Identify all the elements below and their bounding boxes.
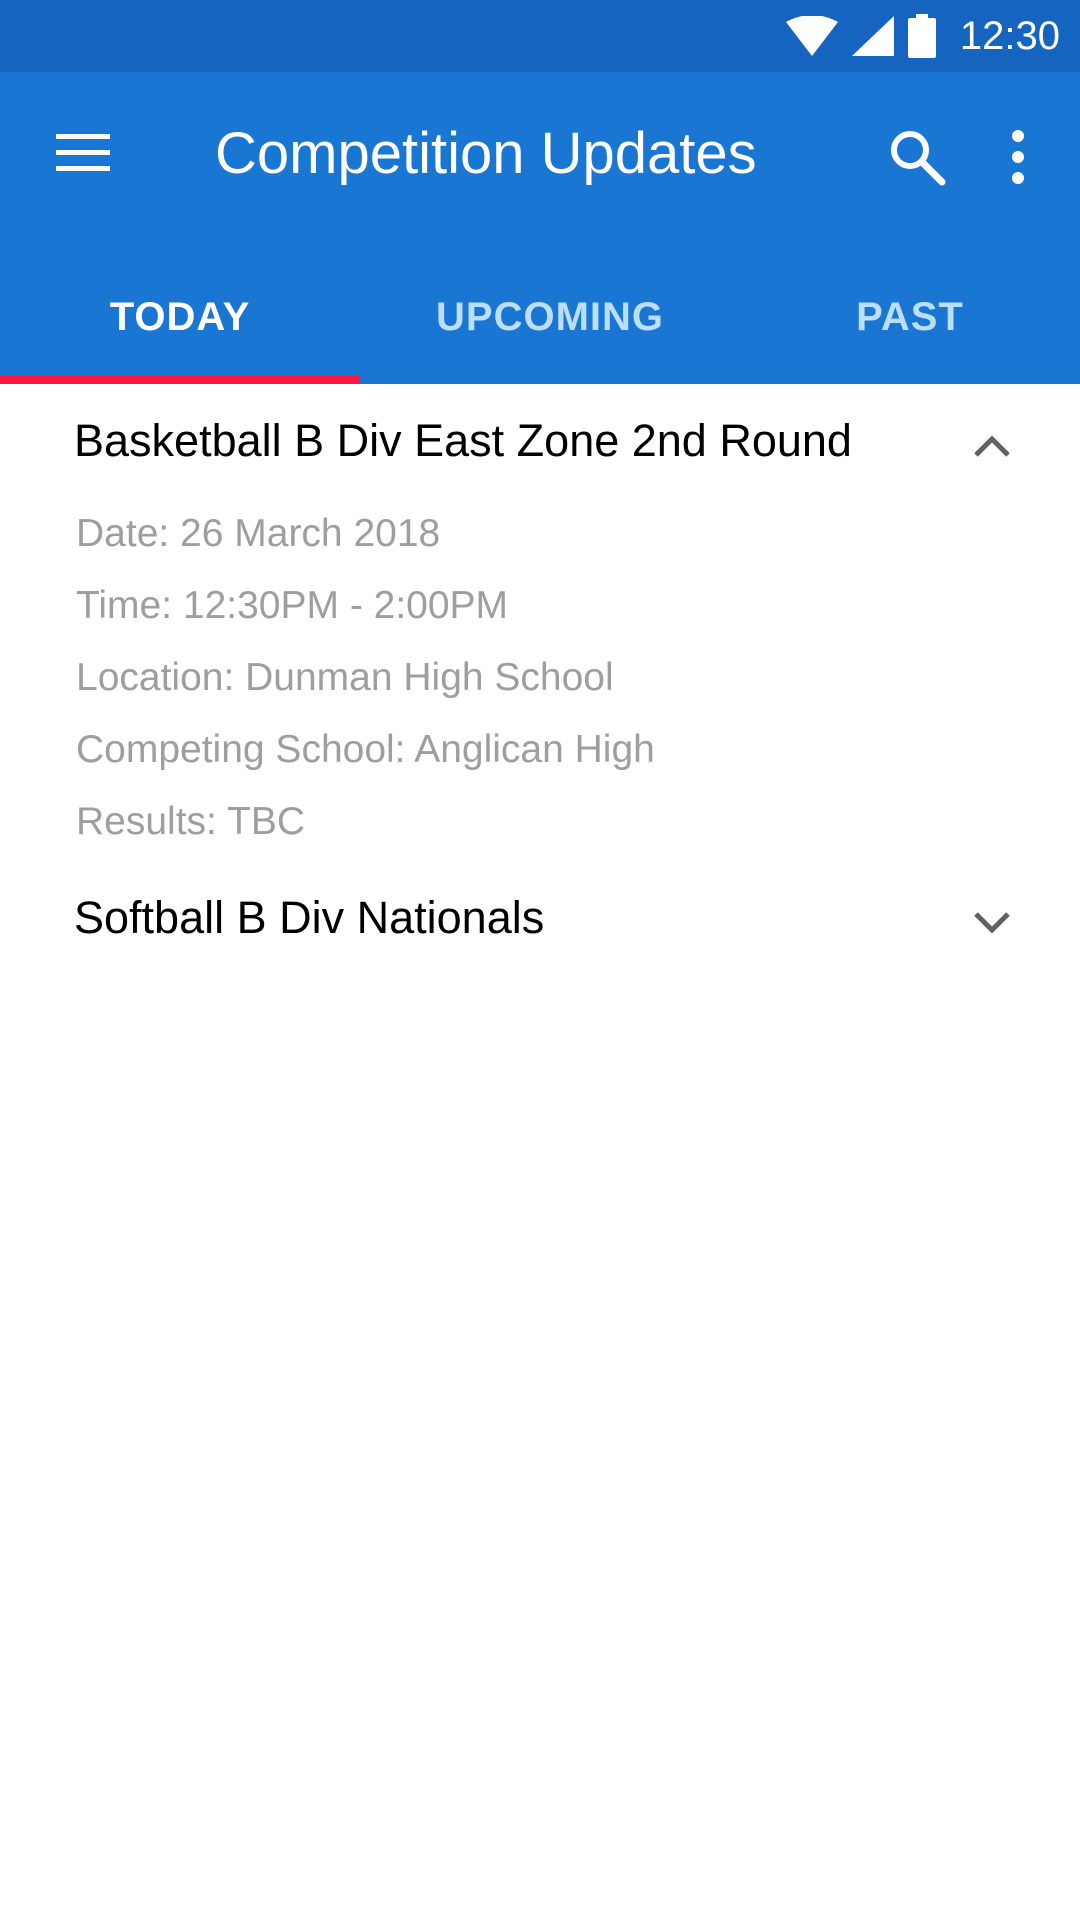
item-time: Time: 12:30PM - 2:00PM — [76, 584, 509, 627]
item-date: Date: 26 March 2018 — [76, 512, 441, 555]
item-results: Results: TBC — [76, 800, 306, 843]
expandable-item-header[interactable]: Softball B Div Nationals — [0, 872, 1080, 972]
tab-today[interactable]: TODAY — [0, 250, 360, 384]
chevron-up-icon — [974, 435, 1010, 457]
status-time: 12:30 — [959, 13, 1060, 58]
item-title: Basketball B Div East Zone 2nd Round — [74, 415, 852, 466]
cell-signal-icon — [851, 16, 894, 56]
item-location: Location: Dunman High School — [76, 656, 614, 699]
tab-bar: TODAY UPCOMING PAST — [0, 250, 1080, 384]
tab-upcoming[interactable]: UPCOMING — [360, 250, 740, 384]
tab-indicator — [0, 376, 360, 384]
expandable-item-header[interactable]: Basketball B Div East Zone 2nd Round — [0, 395, 1080, 495]
status-icons: 12:30 — [785, 0, 1060, 72]
item-competing-school: Competing School: Anglican High — [76, 728, 655, 771]
status-bar: 12:30 — [0, 0, 1080, 72]
item-title: Softball B Div Nationals — [74, 892, 545, 943]
menu-icon[interactable] — [54, 131, 114, 175]
tab-past[interactable]: PAST — [740, 250, 1080, 384]
battery-icon — [907, 14, 936, 58]
wifi-icon — [785, 16, 838, 56]
search-icon[interactable] — [888, 128, 946, 186]
chevron-down-icon — [974, 912, 1010, 934]
more-vert-icon[interactable] — [1000, 128, 1036, 186]
page-title: Competition Updates — [215, 121, 757, 186]
